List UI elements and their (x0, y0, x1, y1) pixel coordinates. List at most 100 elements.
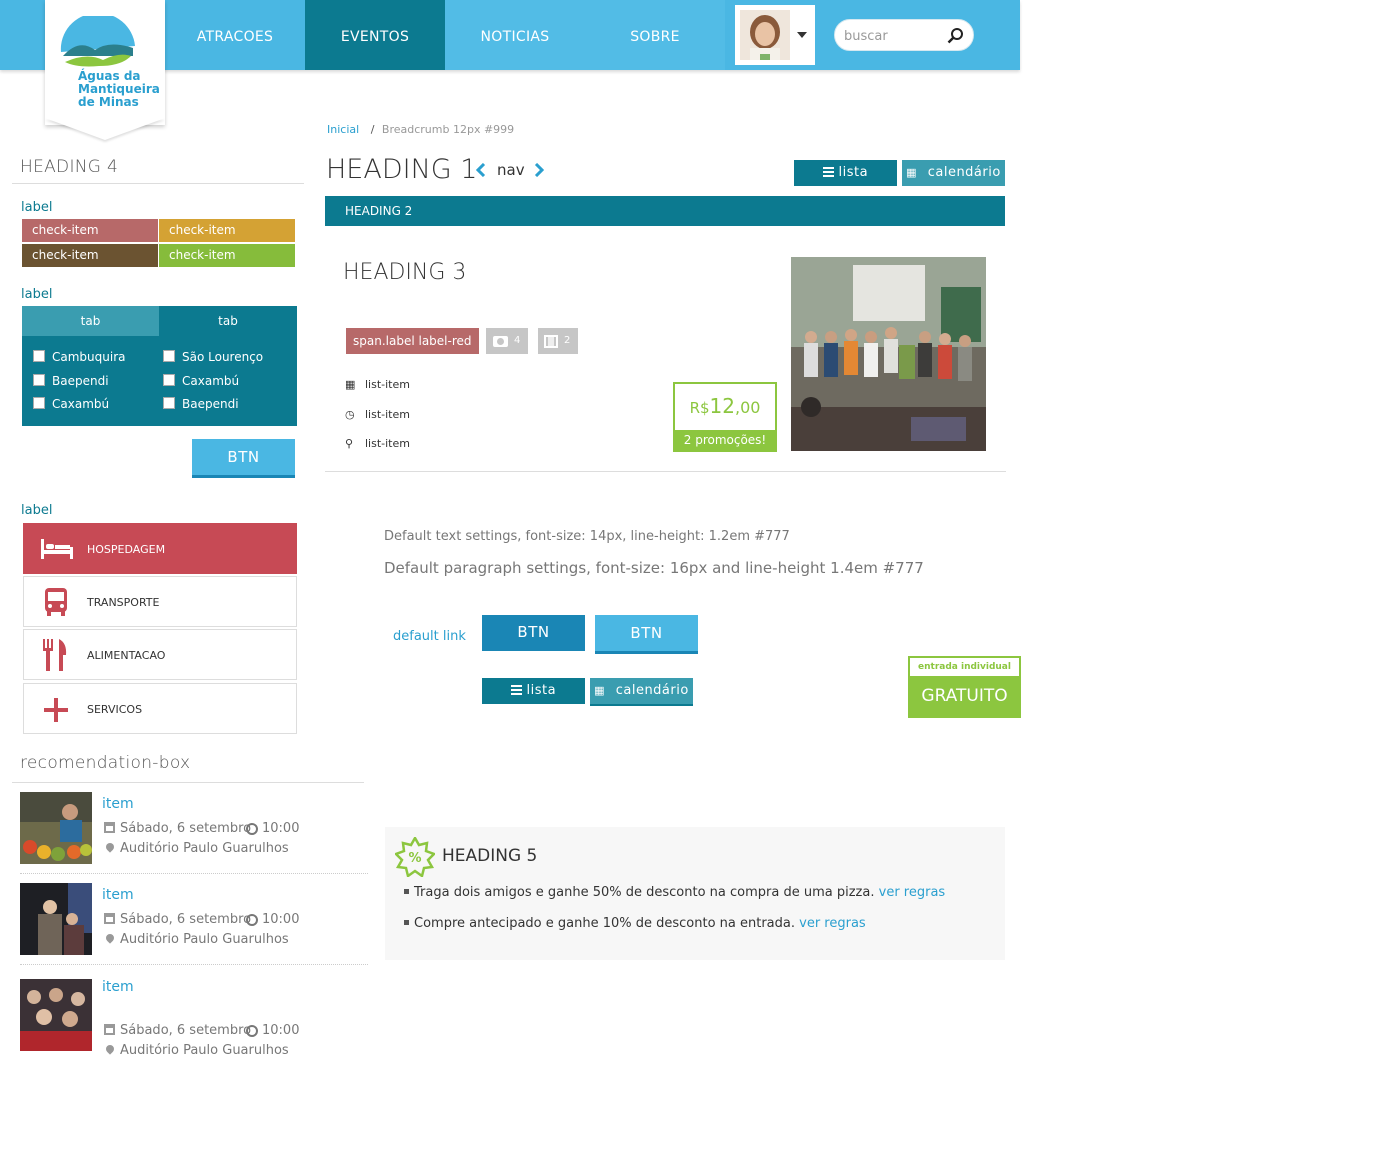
recommendation-link[interactable]: item (102, 979, 134, 995)
list-view-button[interactable]: lista (794, 160, 897, 186)
checkbox-option[interactable]: Cambuquira (33, 350, 126, 364)
checkbox[interactable] (163, 374, 175, 386)
category-label: HOSPEDAGEM (87, 543, 166, 556)
label: label (21, 287, 53, 302)
clock-icon (246, 914, 258, 926)
list-icon (822, 167, 834, 177)
list-view-button[interactable]: lista (482, 678, 585, 704)
badge-value: GRATUITO (921, 686, 1008, 706)
discount-icon: % (395, 837, 435, 877)
search-input[interactable] (844, 26, 944, 46)
tab[interactable]: tab (159, 306, 297, 336)
breadcrumb-separator: / (370, 123, 375, 136)
default-link[interactable]: default link (393, 629, 466, 644)
category-item-hospedagem[interactable]: HOSPEDAGEM (23, 523, 297, 574)
section-header: HEADING 2 (325, 196, 1005, 226)
category-item-servicos[interactable]: SERVICOS (23, 683, 297, 734)
promo-item: Compre antecipado e ganhe 10% de descont… (404, 916, 866, 931)
secondary-button[interactable]: BTN (595, 615, 698, 654)
checkbox-option[interactable]: Baependi (33, 374, 109, 388)
time-text: 10:00 (262, 912, 300, 927)
checkbox[interactable] (33, 397, 45, 409)
checkbox[interactable] (163, 350, 175, 362)
list-item-text: list-item (365, 408, 410, 421)
user-menu[interactable] (735, 5, 815, 65)
search-box (834, 19, 974, 51)
recommendation-item[interactable]: item Sábado, 6 setembro 10:00 Auditório … (20, 883, 368, 965)
price-currency: R$ (689, 399, 710, 417)
checkbox-label: Caxambú (52, 397, 110, 411)
page-title: HEADING 1 (326, 154, 478, 185)
time-text: 10:00 (262, 821, 300, 836)
photo-count-badge: 4 (486, 328, 528, 354)
checkbox-option[interactable]: São Lourenço (163, 350, 263, 364)
breadcrumb-current: Breadcrumb 12px #999 (381, 123, 515, 136)
nav-item-atracoes[interactable]: ATRACOES (165, 0, 305, 70)
checkbox-option[interactable]: Caxambú (163, 374, 239, 388)
category-item-transporte[interactable]: TRANSPORTE (23, 576, 297, 627)
date-text: Sábado, 6 setembro (120, 821, 252, 836)
recommendation-item[interactable]: item Sábado, 6 setembro 10:00 Auditório … (20, 792, 368, 874)
chevron-right-icon[interactable] (534, 163, 544, 177)
chevron-down-icon (797, 32, 807, 38)
divider (12, 782, 364, 783)
search-icon[interactable] (947, 27, 964, 44)
event-time: 10:00 (246, 1023, 300, 1038)
category-item-alimentacao[interactable]: ALIMENTACAO (23, 629, 297, 680)
checkbox-option[interactable]: Baependi (163, 397, 239, 411)
promo-rules-link[interactable]: ver regras (799, 916, 866, 931)
button-label: lista (526, 683, 557, 698)
map-marker-icon (104, 932, 116, 944)
nav-item-sobre[interactable]: SOBRE (585, 0, 725, 70)
recommendation-link[interactable]: item (102, 887, 134, 903)
recommendation-link[interactable]: item (102, 796, 134, 812)
event-date: Sábado, 6 setembro (104, 912, 252, 927)
price-box[interactable]: R$12,00 2 promoções! (673, 382, 777, 452)
calendar-view-button[interactable]: ▦ calendário (902, 160, 1005, 186)
logo-text: Águas da Mantiqueira de Minas (78, 70, 160, 109)
map-marker-icon: ⚲ (345, 437, 354, 450)
time-text: 10:00 (262, 1023, 300, 1038)
photo-count: 4 (514, 335, 521, 346)
check-item[interactable]: check-item (159, 244, 295, 267)
label: label (21, 200, 53, 215)
list-item-text: list-item (365, 378, 410, 391)
grid-icon: ▦ (594, 684, 606, 697)
checkbox[interactable] (33, 374, 45, 386)
recommendation-item[interactable]: item Sábado, 6 setembro 10:00 Auditório … (20, 979, 368, 1061)
breadcrumb: Inicial / Breadcrumb 12px #999 (327, 123, 514, 136)
date-text: Sábado, 6 setembro (120, 912, 252, 927)
checkbox[interactable] (33, 350, 45, 362)
check-item[interactable]: check-item (159, 219, 295, 242)
chevron-left-icon[interactable] (476, 163, 486, 177)
calendar-icon (104, 822, 115, 833)
checkbox-option[interactable]: Caxambú (33, 397, 109, 411)
check-item[interactable]: check-item (22, 244, 158, 267)
primary-button[interactable]: BTN (482, 615, 585, 651)
logo-mountains-icon (60, 16, 135, 67)
price-decimal: ,00 (734, 398, 761, 417)
cutlery-icon (43, 639, 67, 671)
promo-rules-link[interactable]: ver regras (879, 885, 946, 900)
sidebar-button[interactable]: BTN (192, 439, 295, 478)
check-item[interactable]: check-item (22, 219, 158, 242)
bed-icon (41, 539, 73, 559)
checkbox[interactable] (163, 397, 175, 409)
divider (20, 964, 368, 965)
nav-item-eventos[interactable]: EVENTOS (305, 0, 445, 70)
promotions-box: % HEADING 5 Traga dois amigos e ganhe 50… (385, 827, 1005, 960)
tab[interactable]: tab (22, 306, 159, 336)
price-integer: 12 (709, 394, 735, 418)
button-label: calendário (615, 683, 689, 698)
event-time: 10:00 (246, 821, 300, 836)
category-label: ALIMENTACAO (87, 649, 166, 662)
promo-count[interactable]: 2 promoções! (675, 430, 775, 450)
bullet (404, 920, 409, 925)
calendar-view-button[interactable]: ▦ calendário (590, 678, 693, 706)
label-red: span.label label-red (346, 328, 479, 354)
event-photo[interactable] (791, 257, 986, 451)
breadcrumb-home-link[interactable]: Inicial (327, 123, 359, 136)
bullet (404, 889, 409, 894)
list-icon (510, 685, 522, 695)
nav-item-noticias[interactable]: NOTICIAS (445, 0, 585, 70)
